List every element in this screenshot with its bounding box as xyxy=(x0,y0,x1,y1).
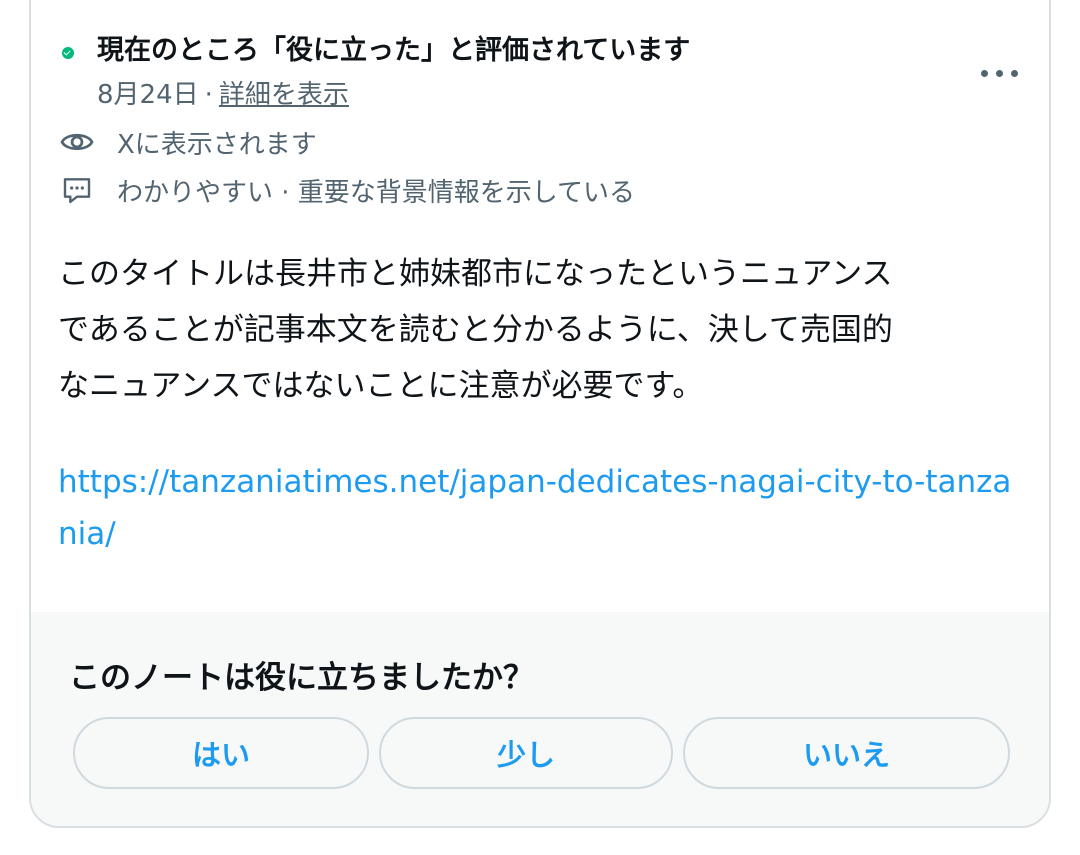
more-icon-dot xyxy=(996,70,1003,77)
source-link[interactable]: https://tanzaniatimes.net/japan-dedicate… xyxy=(58,456,1018,560)
rating-question: このノートは役に立ちましたか？ xyxy=(69,660,534,696)
note-date: 8月24日 xyxy=(97,80,199,110)
visibility-row: Xに表示されます xyxy=(59,124,317,160)
note-body: このタイトルは長井市と姉妹都市になったというニュアンス であることが記事本文を読… xyxy=(58,256,893,404)
more-options-button[interactable] xyxy=(981,58,1021,88)
more-icon xyxy=(981,70,988,77)
note-meta: 8月24日 · 詳細を表示 xyxy=(97,74,349,111)
details-link[interactable]: 詳細を表示 xyxy=(219,80,349,110)
note-status: 現在のところ「役に立った」と評価されています xyxy=(97,35,691,66)
no-button[interactable]: いいえ xyxy=(683,717,1010,789)
checkmark-circle-icon xyxy=(62,47,74,59)
somewhat-button[interactable]: 少し xyxy=(379,717,673,789)
eye-icon xyxy=(59,124,95,160)
rating-section: このノートは役に立ちましたか？ はい 少し いいえ xyxy=(31,612,1049,826)
community-note-card: 現在のところ「役に立った」と評価されています 8月24日 · 詳細を表示 Xに表示さ… xyxy=(29,0,1051,828)
tags-row: わかりやすい · 重要な背景情報を示している xyxy=(59,172,635,208)
more-icon-dot xyxy=(1011,70,1018,77)
meta-separator: · xyxy=(204,80,213,110)
yes-button[interactable]: はい xyxy=(73,717,369,789)
visibility-text: Xに表示されます xyxy=(117,129,317,160)
tags-text: わかりやすい · 重要な背景情報を示している xyxy=(117,177,636,208)
comment-icon xyxy=(59,172,95,208)
